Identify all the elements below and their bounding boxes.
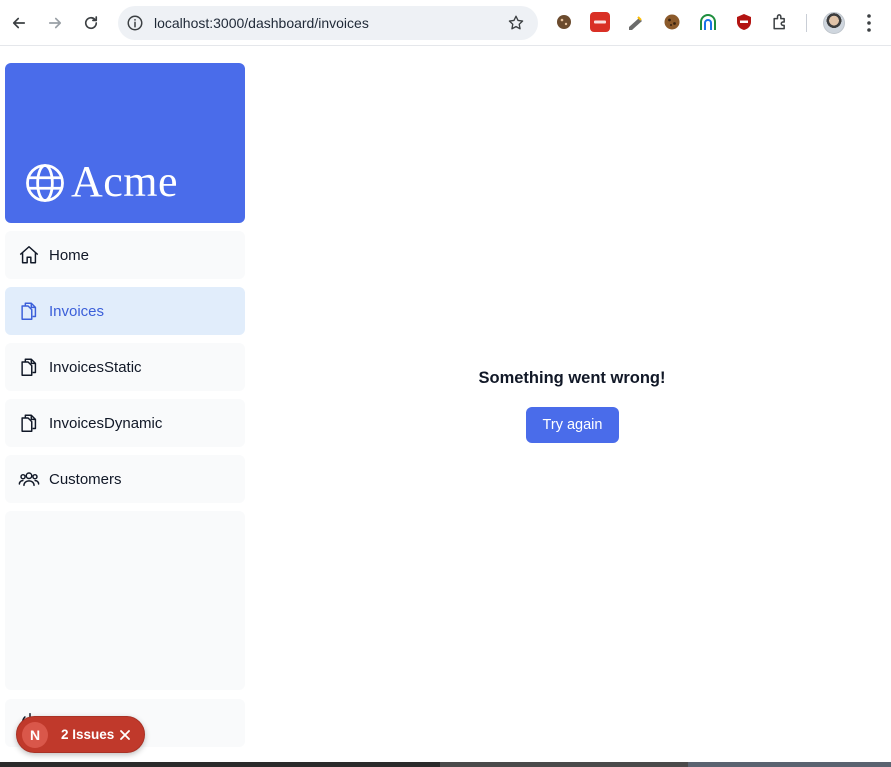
menu-dots-icon[interactable]	[862, 12, 876, 34]
sidebar-item-label: InvoicesStatic	[49, 358, 142, 376]
home-icon	[19, 246, 39, 264]
sidebar-item-label: Home	[49, 246, 90, 264]
extension-pen-icon[interactable]	[626, 12, 646, 32]
sidebar-item-customers[interactable]: Customers	[5, 455, 245, 503]
globe-icon	[26, 164, 64, 202]
extension-shield-icon[interactable]	[734, 12, 754, 32]
extension-rainbow-icon[interactable]	[698, 12, 718, 32]
taskbar-segment	[688, 762, 891, 767]
address-bar[interactable]: localhost:3000/dashboard/invoices	[118, 6, 538, 40]
close-icon[interactable]	[117, 727, 133, 743]
document-duplicate-icon	[21, 358, 37, 376]
back-arrow-icon[interactable]	[7, 9, 31, 37]
toolbar-divider	[806, 14, 807, 32]
extension-cookie-icon[interactable]	[554, 12, 574, 32]
brand-logo-link[interactable]: Acme	[5, 63, 245, 223]
extension-cookie-alt-icon[interactable]	[662, 12, 682, 32]
document-duplicate-icon	[21, 302, 37, 320]
profile-avatar[interactable]	[823, 12, 845, 34]
issues-count-label[interactable]: 2 Issues	[61, 727, 114, 742]
sidebar-item-label: Invoices	[49, 302, 105, 320]
reload-icon[interactable]	[79, 9, 103, 37]
taskbar-segment	[440, 762, 688, 767]
user-group-icon	[18, 472, 40, 487]
browser-toolbar: localhost:3000/dashboard/invoices	[0, 0, 891, 46]
extension-password-icon[interactable]	[590, 12, 610, 32]
forward-arrow-icon[interactable]	[43, 9, 67, 37]
sidebar-item-label: Customers	[49, 470, 122, 488]
sidebar-spacer	[5, 511, 245, 690]
sidebar-item-home[interactable]: Home	[5, 231, 245, 279]
taskbar-strip	[0, 762, 891, 767]
error-message: Something went wrong!	[478, 369, 666, 387]
sidebar-item-invoices[interactable]: Invoices	[5, 287, 245, 335]
bookmark-star-icon[interactable]	[507, 14, 525, 32]
sidebar-item-label: InvoicesDynamic	[49, 414, 163, 432]
nextjs-logo-badge[interactable]: N	[22, 722, 48, 748]
extensions-puzzle-icon[interactable]	[770, 12, 790, 32]
document-duplicate-icon	[21, 414, 37, 432]
issues-toast[interactable]: N 2 Issues	[16, 716, 145, 753]
brand-name: Acme	[71, 157, 179, 206]
site-info-icon[interactable]	[126, 14, 144, 32]
sidebar-item-invoicesstatic[interactable]: InvoicesStatic	[5, 343, 245, 391]
url-text[interactable]: localhost:3000/dashboard/invoices	[154, 15, 369, 31]
try-again-button[interactable]: Try again	[526, 407, 619, 443]
sidebar-item-invoicesdynamic[interactable]: InvoicesDynamic	[5, 399, 245, 447]
